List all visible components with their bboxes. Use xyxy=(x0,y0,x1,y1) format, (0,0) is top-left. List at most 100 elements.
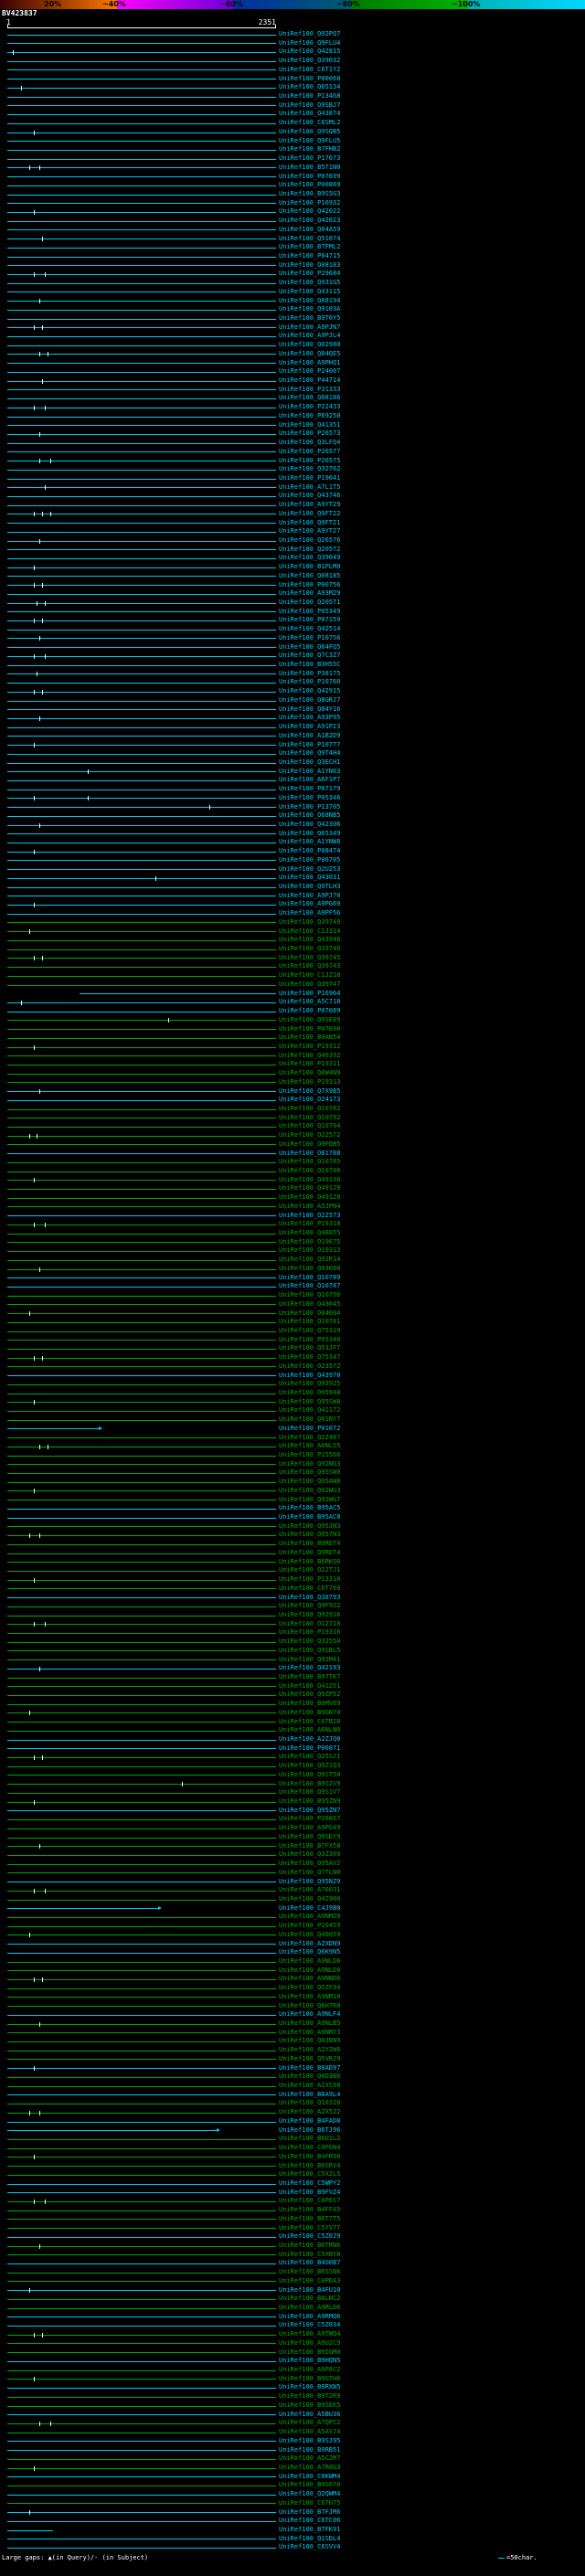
hit-label[interactable]: UniRef100_Q9ST50 xyxy=(279,1771,340,1780)
hit-bar[interactable] xyxy=(7,1819,276,1820)
hit-label[interactable]: UniRef100_A9PF56 xyxy=(279,909,340,918)
hit-bar[interactable] xyxy=(7,2503,276,2504)
hit-bar[interactable] xyxy=(7,754,276,755)
hit-bar[interactable] xyxy=(7,922,276,923)
hit-bar[interactable] xyxy=(7,701,276,702)
hit-bar[interactable] xyxy=(7,1562,276,1563)
hit-label[interactable]: UniRef100_B8AD97 xyxy=(279,2064,340,2073)
hit-bar[interactable] xyxy=(7,798,276,799)
hit-bar[interactable] xyxy=(7,2459,276,2460)
hit-label[interactable]: UniRef100_A9PG49 xyxy=(279,1824,340,1833)
hit-bar[interactable] xyxy=(7,2041,276,2042)
hit-label[interactable]: UniRef100_Q10785 xyxy=(279,1158,340,1167)
hit-label[interactable]: UniRef100_B6SRV4 xyxy=(279,2162,340,2171)
hit-label[interactable]: UniRef100_Q10792 xyxy=(279,1114,340,1123)
hit-bar[interactable] xyxy=(7,958,276,959)
hit-label[interactable]: UniRef100_Q92R14 xyxy=(279,1256,340,1265)
hit-label[interactable]: UniRef100_Q43946 xyxy=(279,936,340,945)
hit-bar[interactable] xyxy=(7,470,276,471)
hit-bar[interactable] xyxy=(7,1038,276,1039)
hit-label[interactable]: UniRef100_A5AVJ4 xyxy=(279,2428,340,2437)
hit-bar[interactable] xyxy=(7,1136,276,1137)
hit-label[interactable]: UniRef100_A6F1P7 xyxy=(279,776,340,785)
hit-label[interactable]: UniRef100_Q65134 xyxy=(279,83,340,92)
hit-bar[interactable] xyxy=(7,1926,276,1927)
hit-bar[interactable] xyxy=(7,105,276,106)
hit-label[interactable]: UniRef100_Q95AV2 xyxy=(279,1860,340,1869)
hit-bar[interactable] xyxy=(7,2495,276,2496)
hit-label[interactable]: UniRef100_C5XNY8 xyxy=(279,2251,340,2260)
hit-label[interactable]: UniRef100_B9IGM0 xyxy=(279,2348,340,2358)
hit-label[interactable]: UniRef100_Q10790 xyxy=(279,1291,340,1300)
hit-bar[interactable] xyxy=(7,1296,276,1297)
hit-label[interactable]: UniRef100_O22573 xyxy=(279,1212,340,1221)
hit-label[interactable]: UniRef100_A9NM18 xyxy=(279,1993,340,2002)
hit-bar[interactable] xyxy=(7,1091,276,1092)
hit-label[interactable]: UniRef100_B1PLM0 xyxy=(279,563,340,572)
hit-bar[interactable] xyxy=(7,763,276,764)
hit-bar[interactable] xyxy=(7,1473,276,1474)
hit-bar[interactable] xyxy=(7,479,276,480)
hit-bar[interactable] xyxy=(7,79,276,80)
hit-label[interactable]: UniRef100_A93P95 xyxy=(279,714,340,723)
hit-bar[interactable] xyxy=(7,1456,276,1457)
hit-bar[interactable] xyxy=(7,1553,276,1554)
hit-label[interactable]: UniRef100_O19675 xyxy=(279,1238,340,1247)
hit-label[interactable]: UniRef100_Q39747 xyxy=(279,981,340,990)
hit-bar[interactable] xyxy=(7,1962,276,1963)
hit-bar[interactable] xyxy=(7,1810,276,1811)
hit-label[interactable]: UniRef100_A7R0G3 xyxy=(279,2464,340,2473)
hit-label[interactable]: UniRef100_O68NB5 xyxy=(279,811,340,821)
hit-bar[interactable] xyxy=(7,1944,276,1945)
hit-label[interactable]: UniRef100_P38175 xyxy=(279,670,340,679)
hit-bar[interactable] xyxy=(7,35,276,36)
hit-label[interactable]: UniRef100_P19316 xyxy=(279,1628,340,1638)
hit-label[interactable]: UniRef100_P07699 xyxy=(279,173,340,182)
hit-bar[interactable] xyxy=(7,1642,276,1643)
hit-label[interactable]: UniRef100_Q0D3B6 xyxy=(279,2072,340,2082)
hit-bar[interactable] xyxy=(7,1669,276,1670)
hit-bar[interactable] xyxy=(7,1224,276,1225)
hit-bar[interactable] xyxy=(7,1633,276,1634)
hit-label[interactable]: UniRef100_Q39049 xyxy=(279,554,340,563)
hit-bar[interactable] xyxy=(7,576,276,577)
hit-bar[interactable] xyxy=(7,1340,276,1341)
hit-label[interactable]: UniRef100_Q9Z1Q3 xyxy=(279,1762,340,1771)
hit-bar[interactable] xyxy=(7,2352,276,2353)
hit-label[interactable]: UniRef100_A1B2D9 xyxy=(279,732,340,741)
hit-bar[interactable] xyxy=(7,1189,276,1190)
hit-label[interactable]: UniRef100_Q92WG7 xyxy=(279,1496,340,1505)
hit-label[interactable]: UniRef100_B4FU10 xyxy=(279,2286,340,2295)
hit-bar[interactable] xyxy=(7,780,276,781)
hit-label[interactable]: UniRef100_Q10782 xyxy=(279,1105,340,1114)
hit-label[interactable]: UniRef100_C5Z034 xyxy=(279,2321,340,2330)
hit-bar[interactable] xyxy=(7,381,276,382)
hit-bar[interactable] xyxy=(7,1766,276,1767)
hit-label[interactable]: UniRef100_B9T2R9 xyxy=(279,2392,340,2401)
hit-bar[interactable] xyxy=(7,647,276,648)
hit-bar[interactable] xyxy=(7,1180,276,1181)
hit-bar[interactable] xyxy=(7,1260,276,1261)
hit-bar[interactable] xyxy=(7,1704,276,1705)
hit-bar[interactable] xyxy=(7,1002,276,1003)
hit-label[interactable]: UniRef100_A5C2M7 xyxy=(279,2454,340,2464)
hit-label[interactable]: UniRef100_C6SML2 xyxy=(279,119,340,128)
hit-bar[interactable] xyxy=(7,2237,276,2238)
hit-label[interactable]: UniRef100_Q41351 xyxy=(279,421,340,430)
hit-label[interactable]: UniRef100_B6SSN6 xyxy=(279,2268,340,2277)
hit-label[interactable]: UniRef100_C4J9B0 xyxy=(279,1904,340,1913)
hit-bar[interactable] xyxy=(7,1251,276,1252)
hit-label[interactable]: UniRef100_P07090 xyxy=(279,1025,340,1034)
hit-bar[interactable] xyxy=(7,1855,276,1856)
hit-bar[interactable] xyxy=(7,1464,276,1465)
hit-bar[interactable] xyxy=(7,1624,276,1625)
hit-label[interactable]: UniRef100_Q92PQ7 xyxy=(279,30,340,39)
hit-label[interactable]: UniRef100_Q9SE89 xyxy=(279,1016,340,1025)
hit-bar[interactable] xyxy=(7,2068,276,2069)
hit-bar[interactable] xyxy=(7,336,276,337)
hit-bar[interactable] xyxy=(7,1358,276,1359)
hit-bar[interactable] xyxy=(7,860,276,861)
hit-bar[interactable] xyxy=(7,319,276,320)
hit-label[interactable]: UniRef100_B6TRN6 xyxy=(279,2242,340,2251)
hit-label[interactable]: UniRef100_Q9SBL5 xyxy=(279,1647,340,1656)
